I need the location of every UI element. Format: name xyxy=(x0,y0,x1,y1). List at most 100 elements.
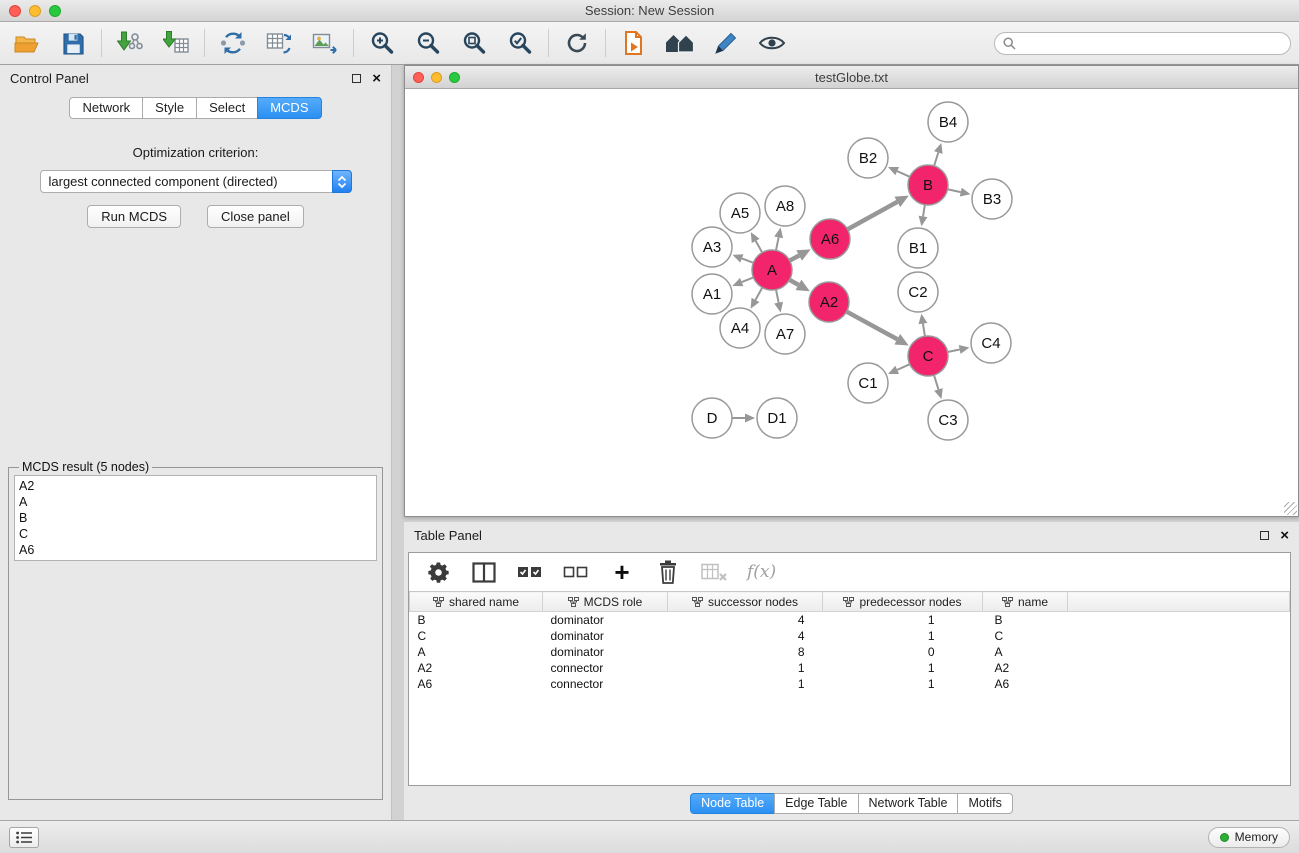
graph-edge-B-B2[interactable] xyxy=(897,171,910,177)
tab-select[interactable]: Select xyxy=(196,97,258,119)
import-network-button[interactable] xyxy=(111,26,149,60)
table-row[interactable]: Bdominator41B xyxy=(410,612,1290,628)
criterion-dropdown[interactable]: largest connected component (directed) xyxy=(40,170,352,193)
delete-table-button[interactable] xyxy=(701,559,727,585)
graph-node-B3[interactable]: B3 xyxy=(972,179,1012,219)
network-canvas[interactable]: B4B2BB3A5A8A6A3B1AC2A1A2A4A7C4CC1C3DD1 xyxy=(405,89,1298,516)
mcds-result-item[interactable]: B xyxy=(19,510,372,526)
home-button[interactable] xyxy=(661,26,699,60)
app-titlebar[interactable]: Session: New Session xyxy=(0,0,1299,22)
export-image-button[interactable] xyxy=(306,26,344,60)
graph-edge-C-C3[interactable] xyxy=(934,375,938,389)
table-cell[interactable]: A2 xyxy=(410,660,543,676)
graph-edge-C-C2[interactable] xyxy=(923,324,925,337)
zoom-fit-button[interactable] xyxy=(455,26,493,60)
graph-edge-A-A1[interactable] xyxy=(742,277,754,282)
graph-node-A2[interactable]: A2 xyxy=(809,282,849,322)
mcds-result-item[interactable]: A xyxy=(19,494,372,510)
graph-node-A6[interactable]: A6 xyxy=(810,219,850,259)
save-session-button[interactable] xyxy=(54,26,92,60)
graph-node-C2[interactable]: C2 xyxy=(898,272,938,312)
graph-node-A4[interactable]: A4 xyxy=(720,308,760,348)
show-hide-button[interactable] xyxy=(753,26,791,60)
column-header[interactable]: predecessor nodes xyxy=(823,592,983,612)
table-cell[interactable]: dominator xyxy=(543,628,668,644)
table-cell[interactable]: dominator xyxy=(543,644,668,660)
graph-node-D1[interactable]: D1 xyxy=(757,398,797,438)
graph-node-B4[interactable]: B4 xyxy=(928,102,968,142)
graph-node-C4[interactable]: C4 xyxy=(971,323,1011,363)
table-cell[interactable]: C xyxy=(983,628,1068,644)
graph-edge-A-A3[interactable] xyxy=(742,258,753,262)
graph-edge-A-A7[interactable] xyxy=(776,290,779,303)
table-cell[interactable]: A6 xyxy=(410,676,543,692)
column-header[interactable]: successor nodes xyxy=(668,592,823,612)
graph-edge-A6-B[interactable] xyxy=(848,202,898,229)
close-panel-icon[interactable]: × xyxy=(372,71,381,86)
tab-network[interactable]: Network xyxy=(69,97,143,119)
import-table-button[interactable] xyxy=(157,26,195,60)
table-cell[interactable]: C xyxy=(410,628,543,644)
graph-node-A3[interactable]: A3 xyxy=(692,227,732,267)
task-history-button[interactable] xyxy=(9,827,39,848)
graph-edge-A-A4[interactable] xyxy=(755,288,762,300)
table-cell[interactable]: connector xyxy=(543,660,668,676)
open-document-button[interactable] xyxy=(615,26,653,60)
search-input[interactable] xyxy=(1021,36,1282,50)
resize-grip[interactable] xyxy=(1284,502,1297,515)
column-header[interactable]: shared name xyxy=(410,592,543,612)
float-panel-icon[interactable] xyxy=(352,74,361,83)
graph-edge-A2-C[interactable] xyxy=(847,312,898,340)
float-table-panel-icon[interactable] xyxy=(1260,531,1269,540)
graph-node-A[interactable]: A xyxy=(752,250,792,290)
column-header[interactable]: MCDS role xyxy=(543,592,668,612)
graph-node-C1[interactable]: C1 xyxy=(848,363,888,403)
graph-node-A1[interactable]: A1 xyxy=(692,274,732,314)
graph-edge-A-A6[interactable] xyxy=(790,255,799,260)
graph-node-A7[interactable]: A7 xyxy=(765,314,805,354)
open-session-button[interactable] xyxy=(8,26,46,60)
tab-style[interactable]: Style xyxy=(142,97,197,119)
mcds-result-item[interactable]: A6 xyxy=(19,542,372,558)
delete-column-button[interactable] xyxy=(655,559,681,585)
mcds-result-item[interactable]: A2 xyxy=(19,478,372,494)
tab-motifs[interactable]: Motifs xyxy=(957,793,1012,814)
table-row[interactable]: Adominator80A xyxy=(410,644,1290,660)
table-settings-button[interactable] xyxy=(425,559,451,585)
graph-edge-A-A2[interactable] xyxy=(789,280,798,285)
network-window-titlebar[interactable]: testGlobe.txt xyxy=(405,66,1298,89)
graph-edge-C-C1[interactable] xyxy=(897,364,910,370)
graph-node-C3[interactable]: C3 xyxy=(928,400,968,440)
annotation-button[interactable] xyxy=(707,26,745,60)
tab-edge-table[interactable]: Edge Table xyxy=(774,793,858,814)
deselect-all-button[interactable] xyxy=(563,559,589,585)
new-table-button[interactable] xyxy=(260,26,298,60)
zoom-out-button[interactable] xyxy=(409,26,447,60)
table-cell[interactable]: dominator xyxy=(543,612,668,628)
graph-node-A8[interactable]: A8 xyxy=(765,186,805,226)
function-builder-button[interactable]: f(x) xyxy=(747,559,776,585)
zoom-in-button[interactable] xyxy=(363,26,401,60)
table-cell[interactable]: connector xyxy=(543,676,668,692)
table-cell[interactable]: 1 xyxy=(823,676,983,692)
table-cell[interactable]: B xyxy=(983,612,1068,628)
graph-edge-B-B4[interactable] xyxy=(934,152,938,165)
table-cell[interactable]: 8 xyxy=(668,644,823,660)
memory-button[interactable]: Memory xyxy=(1208,827,1290,848)
graph-edge-C-C4[interactable] xyxy=(948,349,960,351)
table-cell[interactable]: 4 xyxy=(668,628,823,644)
run-mcds-button[interactable]: Run MCDS xyxy=(87,205,181,228)
node-table-scroll-area[interactable]: shared nameMCDS rolesuccessor nodesprede… xyxy=(409,591,1290,785)
graph-edge-B-B1[interactable] xyxy=(923,205,925,217)
table-row[interactable]: A2connector11A2 xyxy=(410,660,1290,676)
graph-node-B[interactable]: B xyxy=(908,165,948,205)
network-graph[interactable]: B4B2BB3A5A8A6A3B1AC2A1A2A4A7C4CC1C3DD1 xyxy=(405,89,1298,516)
show-columns-button[interactable] xyxy=(471,559,497,585)
mcds-result-item[interactable]: C xyxy=(19,526,372,542)
graph-node-A5[interactable]: A5 xyxy=(720,193,760,233)
tab-node-table[interactable]: Node Table xyxy=(690,793,775,814)
table-cell[interactable]: 0 xyxy=(823,644,983,660)
table-cell[interactable]: 4 xyxy=(668,612,823,628)
close-table-panel-icon[interactable]: × xyxy=(1280,528,1289,543)
zoom-selected-button[interactable] xyxy=(501,26,539,60)
